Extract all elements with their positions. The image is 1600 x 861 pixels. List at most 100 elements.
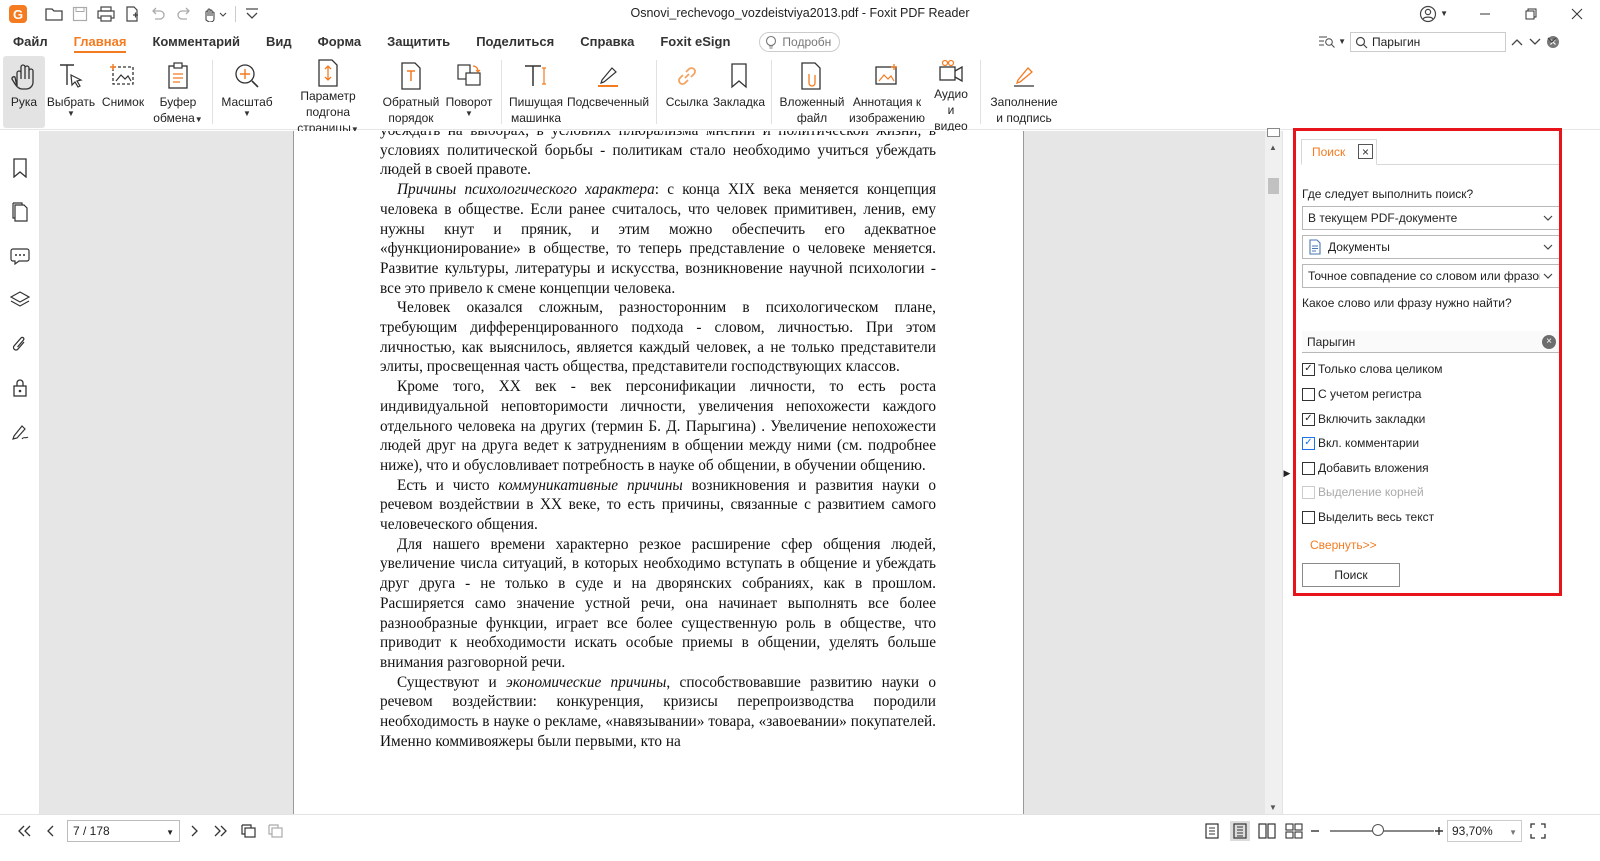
open-folder-icon[interactable] [41, 1, 67, 27]
collapse-options-link[interactable]: Свернуть>> [1310, 538, 1377, 552]
option-include-comments[interactable]: ✓ Вкл. комментарии [1302, 436, 1419, 450]
search-panel-tab-label: Поиск [1312, 145, 1346, 159]
next-page-icon[interactable] [184, 821, 204, 841]
checkbox-checked[interactable]: ✓ [1302, 412, 1315, 426]
hand-tool-quick-icon[interactable] [197, 1, 231, 27]
match-type-dropdown[interactable]: Точное совпадение со словом или фразой [1302, 264, 1560, 288]
audio-video-button[interactable]: Аудио и видео [927, 56, 975, 133]
foxit-logo-icon[interactable]: G [9, 5, 27, 23]
collapse-ribbon-button[interactable] [1546, 34, 1558, 46]
previous-page-icon[interactable] [41, 821, 61, 841]
checkbox-checked[interactable]: ✓ [1302, 436, 1315, 450]
tab-form[interactable]: Форма [305, 28, 374, 56]
new-document-icon[interactable] [119, 1, 145, 27]
attachments-panel-icon[interactable] [9, 333, 31, 355]
search-scope-dropdown[interactable]: В текущем PDF-документе [1302, 206, 1560, 230]
attached-file-button[interactable]: Вложенный файл [777, 56, 847, 128]
signatures-panel-icon[interactable] [9, 421, 31, 443]
security-panel-icon[interactable] [9, 377, 31, 399]
find-previous-button[interactable] [1510, 36, 1524, 48]
hand-tool-button[interactable]: Рука [3, 56, 45, 128]
tab-view[interactable]: Вид [253, 28, 305, 56]
option-case-sensitive[interactable]: С учетом регистра [1302, 387, 1421, 401]
image-annotation-button[interactable]: Аннотация к изображению [847, 56, 927, 128]
comments-panel-icon[interactable] [9, 245, 31, 267]
option-include-attachments[interactable]: Добавить вложения [1302, 461, 1429, 475]
zoom-out-icon[interactable] [1305, 821, 1325, 841]
continuous-facing-view-icon[interactable] [1284, 821, 1304, 841]
search-button[interactable]: Поиск [1302, 563, 1400, 587]
search-options-button[interactable]: ▼ [1318, 35, 1346, 49]
checkbox-unchecked[interactable] [1302, 510, 1315, 524]
account-menu[interactable]: ▼ [1419, 5, 1448, 23]
restore-button[interactable] [1508, 0, 1554, 28]
typewriter-button[interactable]: Пишущая машинка [507, 56, 565, 128]
tab-help[interactable]: Справка [567, 28, 647, 56]
tab-file[interactable]: Файл [0, 28, 61, 56]
reverse-order-button[interactable]: Обратный порядок [380, 56, 442, 128]
tell-me-search[interactable]: Подробн [759, 32, 841, 52]
search-panel-tab[interactable]: Поиск × [1301, 139, 1377, 165]
layers-panel-icon[interactable] [9, 289, 31, 311]
search-folder-dropdown[interactable]: Документы [1302, 235, 1560, 259]
vertical-scrollbar[interactable]: ▲ ▼ [1265, 128, 1282, 814]
clipboard-button[interactable]: Буфер обмена▼ [149, 56, 207, 128]
next-view-icon[interactable] [266, 821, 286, 841]
search-query-input[interactable]: Парыгин × [1302, 331, 1560, 353]
option-highlight-all[interactable]: Выделить весь текст [1302, 510, 1434, 524]
find-input[interactable]: Парыгин [1350, 32, 1506, 52]
checkbox-unchecked[interactable] [1302, 461, 1315, 475]
zoom-level-input[interactable]: 93,70% ▼ [1447, 820, 1522, 842]
reverse-order-label-2: порядок [388, 111, 434, 125]
split-view-button[interactable] [1267, 128, 1280, 137]
scroll-up-icon[interactable]: ▲ [1269, 143, 1277, 152]
select-tool-button[interactable]: Выбрать ▼ [45, 56, 97, 128]
chevron-down-icon: ▼ [465, 109, 473, 118]
document-view[interactable]: убеждать на выборах, в условиях плюрализ… [40, 131, 1265, 814]
highlight-button[interactable]: Подсвеченный [565, 56, 651, 128]
redo-icon[interactable] [171, 1, 197, 27]
option-whole-words[interactable]: ✓ Только слова целиком [1302, 362, 1443, 376]
pages-panel-icon[interactable] [9, 201, 31, 223]
tab-home[interactable]: Главная [61, 28, 140, 56]
last-page-icon[interactable] [211, 821, 231, 841]
scroll-down-icon[interactable]: ▼ [1269, 803, 1277, 812]
first-page-icon[interactable] [14, 821, 34, 841]
search-icon [1355, 36, 1368, 48]
fullscreen-icon[interactable] [1528, 821, 1548, 841]
minimize-button[interactable] [1462, 0, 1508, 28]
close-window-button[interactable] [1554, 0, 1600, 28]
zoom-slider-thumb[interactable] [1372, 824, 1384, 836]
tab-comment[interactable]: Комментарий [139, 28, 253, 56]
single-page-view-icon[interactable] [1202, 821, 1222, 841]
zoom-button[interactable]: Масштаб ▼ [218, 56, 276, 128]
link-button[interactable]: Ссылка [662, 56, 712, 128]
customize-toolbar-icon[interactable] [239, 1, 265, 27]
page-number-input[interactable]: 7 / 178 ▼ [67, 820, 180, 842]
tab-protect[interactable]: Защитить [374, 28, 463, 56]
clear-icon[interactable]: × [1542, 335, 1556, 349]
continuous-view-icon[interactable] [1230, 821, 1250, 841]
checkbox-checked[interactable]: ✓ [1302, 362, 1315, 376]
save-icon[interactable] [67, 1, 93, 27]
checkbox-unchecked[interactable] [1302, 387, 1315, 401]
collapse-right-panel-icon[interactable]: ▶ [1283, 467, 1291, 479]
print-icon[interactable] [93, 1, 119, 27]
facing-view-icon[interactable] [1257, 821, 1277, 841]
close-icon[interactable]: × [1358, 144, 1373, 159]
chevron-down-icon: ▼ [1338, 37, 1346, 46]
bookmarks-panel-icon[interactable] [9, 157, 31, 179]
previous-view-icon[interactable] [239, 821, 259, 841]
zoom-in-icon[interactable] [1429, 821, 1449, 841]
find-next-button[interactable] [1528, 36, 1542, 48]
page-fit-button[interactable]: Параметр подгона страницы▼ [276, 56, 380, 135]
undo-icon[interactable] [145, 1, 171, 27]
scrollbar-thumb[interactable] [1268, 178, 1279, 194]
bookmark-button[interactable]: Закладка [712, 56, 766, 128]
tab-foxit-esign[interactable]: Foxit eSign [647, 28, 743, 56]
option-include-bookmarks[interactable]: ✓ Включить закладки [1302, 412, 1425, 426]
fill-sign-button[interactable]: Заполнение и подпись [986, 56, 1062, 128]
snapshot-button[interactable]: Снимок [97, 56, 149, 128]
tab-share[interactable]: Поделиться [463, 28, 567, 56]
rotate-button[interactable]: Поворот ▼ [442, 56, 496, 128]
